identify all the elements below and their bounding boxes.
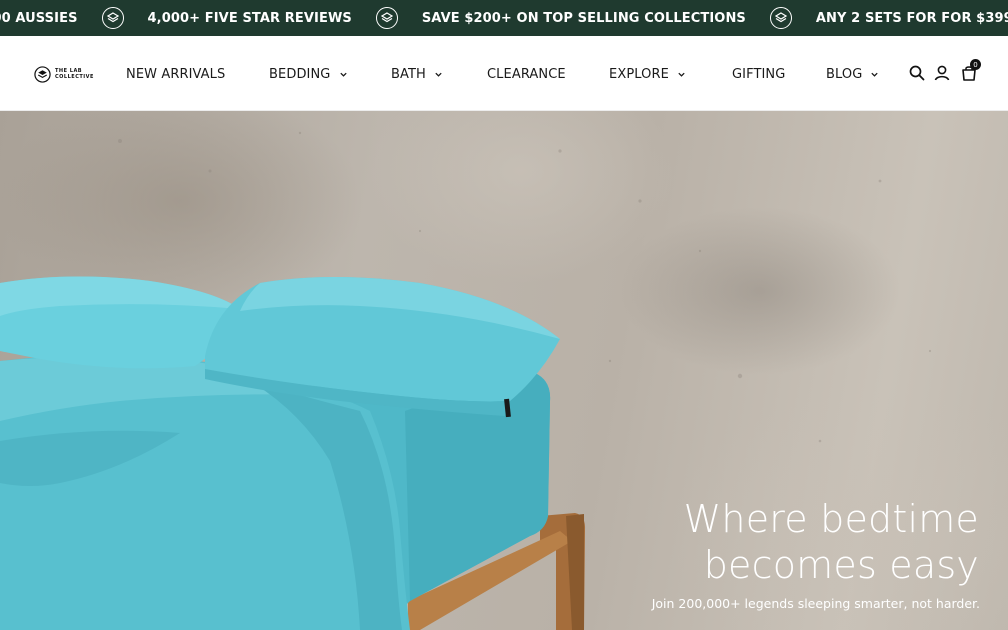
hero-banner[interactable]: Where bedtime becomes easy Join 200,000+… — [0, 111, 1008, 630]
hero-title-line-2: becomes easy — [703, 543, 979, 587]
search-icon[interactable] — [907, 63, 927, 83]
account-icon[interactable] — [932, 63, 952, 83]
brand-badge-icon — [375, 7, 398, 29]
cart-count-badge: 0 — [970, 59, 981, 70]
cart-button[interactable]: 0 — [959, 59, 981, 83]
brand-badge-icon — [101, 7, 124, 29]
announcement-text-1: 00,000 AUSSIES — [0, 10, 78, 26]
announcement-track: 00,000 AUSSIES 4,000+ FIVE STAR REVIEWS … — [0, 0, 1008, 36]
announcement-text-4: ANY 2 SETS FOR FOR $399 — [815, 10, 1008, 26]
announcement-text-2: 4,000+ FIVE STAR REVIEWS — [147, 10, 352, 26]
site-header: THE LAB COLLECTIVE NEW ARRIVALS BEDDING … — [0, 36, 1008, 111]
announcement-bar: 00,000 AUSSIES 4,000+ FIVE STAR REVIEWS … — [0, 0, 1008, 36]
announcement-text-3: SAVE $200+ ON TOP SELLING COLLECTIONS — [421, 10, 746, 26]
hero-title: Where bedtime becomes easy — [519, 496, 979, 588]
header-actions: 0 — [0, 59, 1008, 85]
hero-title-line-1: Where bedtime — [683, 497, 979, 541]
hero-subtitle: Join 200,000+ legends sleeping smarter, … — [651, 596, 980, 611]
brand-badge-icon — [769, 7, 792, 29]
